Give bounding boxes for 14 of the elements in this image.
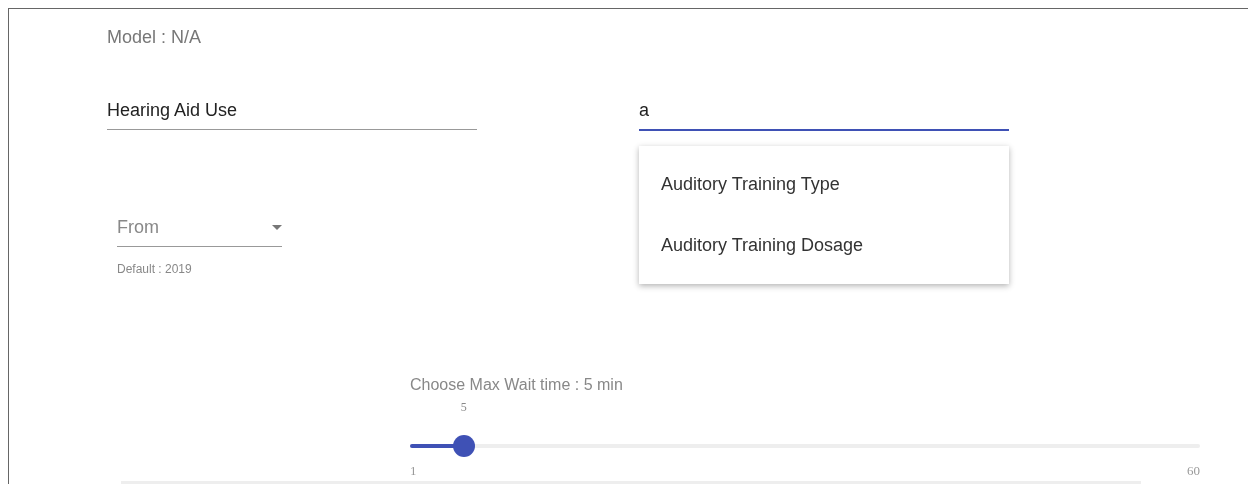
suggestion-item[interactable]: Auditory Training Dosage (639, 215, 1009, 276)
suggestion-item[interactable]: Auditory Training Type (639, 154, 1009, 215)
helper-text: Default : 2019 (117, 262, 192, 276)
slider-thumb[interactable] (452, 435, 475, 457)
text-field[interactable]: Hearing Aid Use (107, 96, 477, 130)
from-select[interactable]: From (117, 213, 282, 247)
slider-value: 5 (460, 400, 467, 415)
slider[interactable] (410, 435, 1200, 457)
text-field[interactable]: a (639, 96, 1009, 131)
min-label: 1 (410, 463, 417, 479)
dropdown-caret-icon (272, 225, 282, 230)
slider-label: Choose Max Wait time : 5 min (410, 376, 623, 394)
max-label: 60 (1187, 463, 1200, 479)
model-label: Model : N/A (107, 27, 202, 48)
